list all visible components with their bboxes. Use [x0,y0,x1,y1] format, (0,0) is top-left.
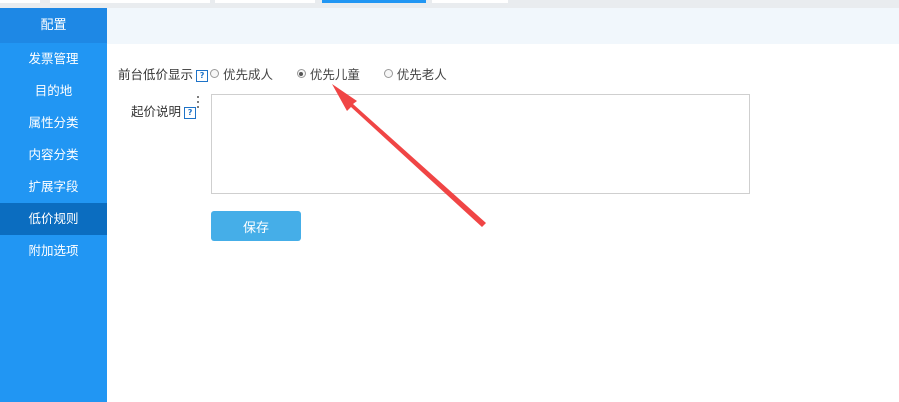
radio-label: 优先儿童 [309,67,360,82]
radio-circle-icon[interactable] [383,69,393,78]
lowprice-label-row: 前台低价显示? [118,64,209,83]
help-icon[interactable]: ? [184,106,197,119]
content-header-strip [107,8,899,44]
sidebar-item-attribute-category[interactable]: 属性分类 [0,107,107,139]
lowprice-label: 前台低价显示 [118,67,194,82]
sidebar-item-destination[interactable]: 目的地 [0,75,107,107]
save-button[interactable]: 保存 [211,211,301,241]
radio-child-first[interactable]: 优先儿童 [296,64,360,83]
desc-label: 起价说明 [131,104,182,119]
sidebar-item-lowprice-rules[interactable]: 低价规则 [0,203,107,235]
kebab-menu-icon[interactable] [197,96,200,110]
lowprice-radio-group: 优先成人 优先儿童 优先老人 [210,64,467,83]
sidebar-header: 配置 [0,8,107,43]
top-tab-1[interactable] [0,0,40,3]
radio-adult-first[interactable]: 优先成人 [210,64,273,83]
desc-textarea[interactable] [211,94,750,194]
top-tab-2[interactable] [50,0,210,3]
radio-circle-checked-icon[interactable] [296,69,306,78]
top-tab-3[interactable] [215,0,315,3]
top-tab-5[interactable] [432,0,508,3]
red-arrow-annotation-icon [332,84,486,227]
top-tab-active[interactable] [322,0,426,3]
radio-label: 优先成人 [223,67,274,82]
sidebar-item-content-category[interactable]: 内容分类 [0,139,107,171]
help-icon[interactable]: ? [196,69,209,82]
radio-circle-icon[interactable] [210,69,219,78]
radio-label: 优先老人 [396,67,447,82]
sidebar-item-extended-fields[interactable]: 扩展字段 [0,171,107,203]
desc-label-row: 起价说明? [131,101,197,120]
sidebar-item-addon-options[interactable]: 附加选项 [0,235,107,267]
sidebar-item-invoice[interactable]: 发票管理 [0,43,107,75]
radio-senior-first[interactable]: 优先老人 [383,64,447,83]
sidebar: 配置 发票管理 目的地 属性分类 内容分类 扩展字段 低价规则 附加选项 [0,8,107,402]
top-tab-strip [0,0,899,8]
